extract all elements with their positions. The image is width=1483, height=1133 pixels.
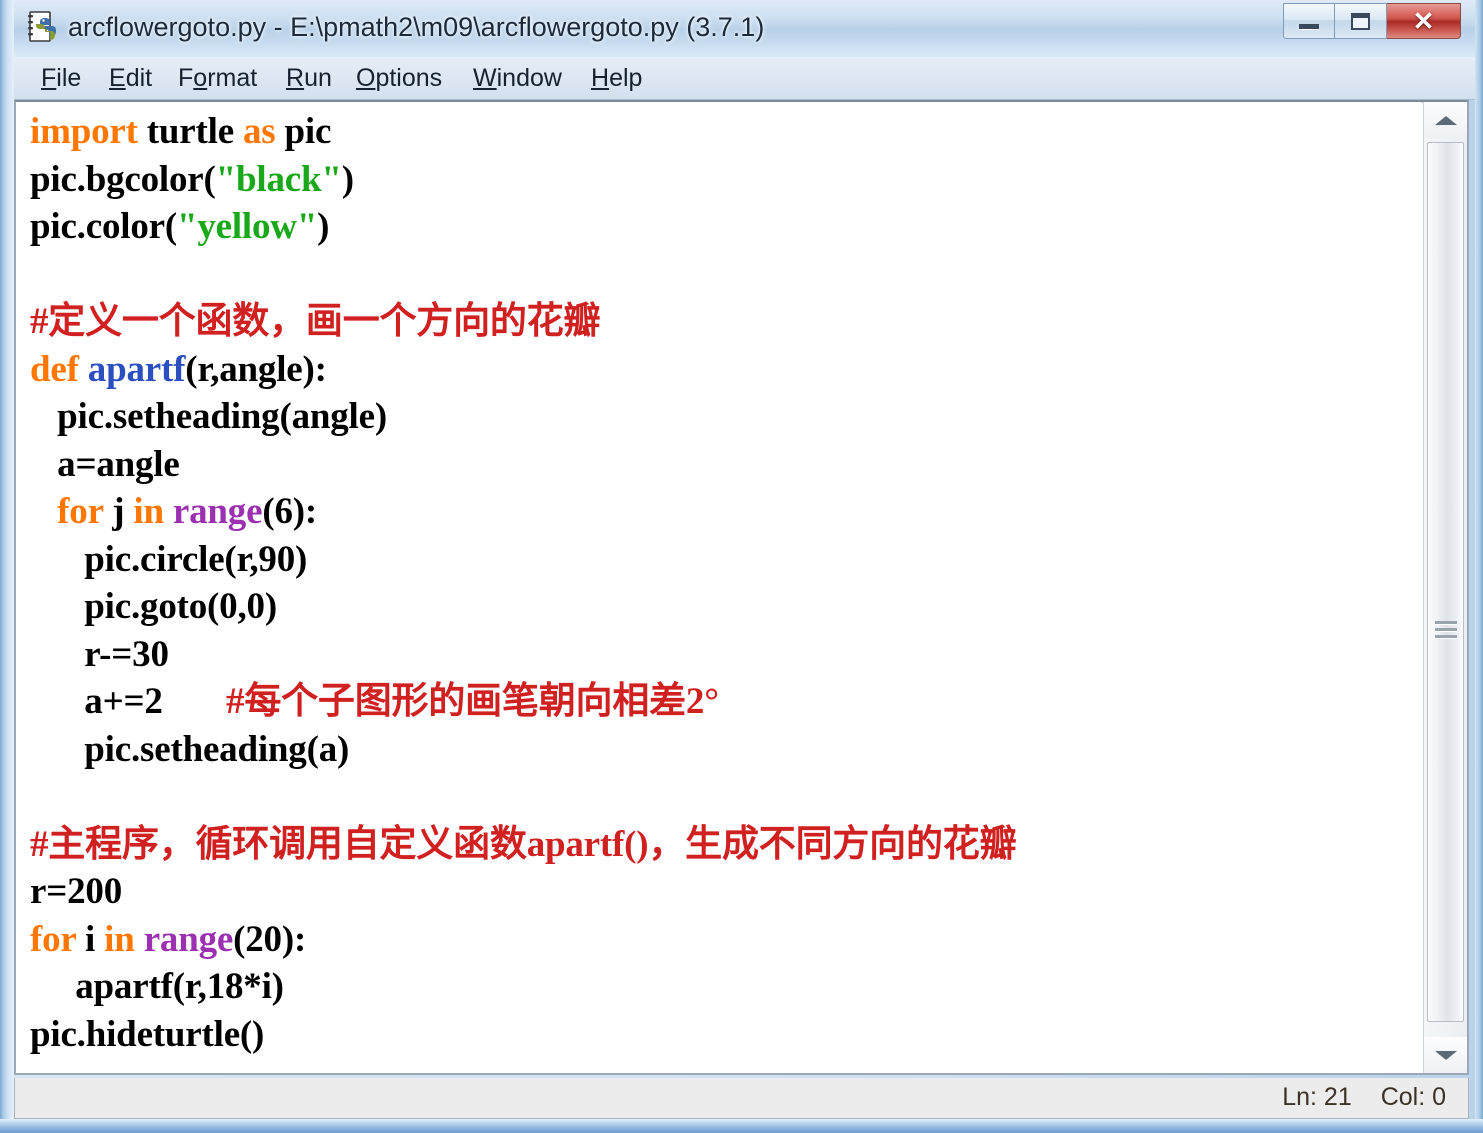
scroll-down-icon — [1434, 1050, 1457, 1060]
python-idle-icon — [26, 10, 60, 44]
code-token: j — [103, 491, 134, 532]
vertical-scrollbar[interactable] — [1423, 102, 1467, 1073]
code-line: pic.bgcolor("black") — [30, 156, 1421, 204]
code-token: range — [172, 491, 263, 532]
code-line: a+=2 #每个子图形的画笔朝向相差2° — [30, 678, 1421, 726]
code-token: pic.setheading(a) — [30, 728, 350, 770]
minimize-icon — [1299, 23, 1319, 29]
window-frame-right — [1475, 0, 1483, 1133]
menu-item-edit[interactable]: Edit — [100, 57, 161, 99]
maximize-icon — [1351, 12, 1370, 30]
scroll-thumb[interactable] — [1427, 142, 1464, 1022]
code-line: #定义一个函数，画一个方向的花瓣 — [30, 298, 1421, 346]
idle-editor-window: arcflowergoto.py - E:\pmath2\m09\arcflow… — [0, 0, 1483, 1133]
code-line: for j in range(6): — [30, 488, 1421, 536]
title-bar[interactable]: arcflowergoto.py - E:\pmath2\m09\arcflow… — [14, 0, 1475, 57]
status-position: Ln: 21 Col: 0 — [1260, 1078, 1446, 1117]
code-token: (20): — [233, 918, 307, 960]
code-token: apartf(r,18*i) — [30, 966, 284, 1007]
status-bar: Ln: 21 Col: 0 — [14, 1078, 1469, 1119]
menu-item-options[interactable]: Options — [347, 57, 451, 99]
window-title: arcflowergoto.py - E:\pmath2\m09\arcflow… — [68, 12, 765, 42]
code-token: (r,angle): — [185, 348, 327, 390]
code-line: pic.setheading(a) — [30, 726, 1421, 774]
close-icon: ✕ — [1412, 6, 1435, 36]
menu-bar: File Edit Format Run Options Window Help — [14, 57, 1475, 100]
editor-area: import turtle as pic pic.bgcolor("black")… — [14, 100, 1469, 1075]
code-token: "black" — [215, 158, 342, 200]
code-line: def apartf(r,angle): — [30, 346, 1421, 394]
code-token: i — [75, 918, 105, 960]
code-line: a=angle — [30, 441, 1421, 489]
code-line: import turtle as pic — [30, 108, 1421, 156]
code-token: pic.goto(0,0) — [30, 586, 277, 627]
code-token: (6): — [262, 491, 318, 532]
code-line: pic.circle(r,90) — [30, 536, 1421, 584]
window-frame-bottom — [0, 1119, 1483, 1133]
menu-item-help[interactable]: Help — [582, 57, 651, 99]
code-token: pic.hideturtle() — [30, 1013, 265, 1055]
code-line: #主程序，循环调用自定义函数apartf()，生成不同方向的花瓣 — [30, 821, 1421, 869]
scroll-grip-icon — [1434, 621, 1457, 639]
code-token: range — [143, 918, 234, 960]
status-line-number: Ln: 21 — [1282, 1083, 1352, 1111]
code-line: pic.color("yellow") — [30, 203, 1421, 251]
code-line: apartf(r,18*i) — [30, 963, 1421, 1011]
scroll-down-button[interactable] — [1424, 1037, 1467, 1073]
code-token: apartf — [87, 348, 186, 390]
code-line: pic.setheading(angle) — [30, 393, 1421, 441]
code-token: ) — [341, 158, 354, 200]
code-token: pic.bgcolor( — [30, 158, 216, 200]
code-token: turtle — [137, 111, 243, 152]
menu-item-file[interactable]: File — [32, 57, 90, 99]
code-line: for i in range(20): — [30, 916, 1421, 964]
code-token: #主程序，循环调用自定义函数apartf()，生成不同方向的花瓣 — [30, 823, 1017, 865]
code-token: a+=2 — [30, 681, 227, 722]
code-token: a=angle — [30, 443, 180, 485]
code-token: pic.circle(r,90) — [30, 538, 308, 580]
menu-item-run[interactable]: Run — [277, 57, 341, 99]
code-token: for — [30, 918, 76, 960]
code-token: pic.setheading(angle) — [30, 396, 387, 437]
code-text-area[interactable]: import turtle as pic pic.bgcolor("black")… — [16, 102, 1421, 1073]
code-token: as — [242, 111, 276, 152]
code-token: in — [104, 918, 135, 960]
code-line: pic.goto(0,0) — [30, 583, 1421, 631]
code-token: #定义一个函数，画一个方向的花瓣 — [30, 301, 601, 342]
code-line: r=200 — [30, 868, 1421, 916]
status-column-number: Col: 0 — [1380, 1083, 1446, 1111]
code-line: pic.hideturtle() — [30, 1011, 1421, 1059]
code-token: #每个子图形的画笔朝向相差2° — [226, 681, 719, 722]
scroll-up-button[interactable] — [1424, 102, 1467, 138]
code-token: in — [133, 491, 164, 532]
menu-item-format[interactable]: Format — [169, 57, 266, 99]
minimize-button[interactable] — [1283, 3, 1335, 39]
code-token: import — [30, 111, 138, 152]
code-token: for — [57, 491, 104, 532]
code-token: def — [30, 348, 79, 390]
code-token: pic.color( — [30, 206, 177, 247]
code-token: ) — [317, 206, 330, 247]
code-token: "yellow" — [176, 206, 318, 247]
scroll-up-icon — [1434, 115, 1457, 125]
menu-item-window[interactable]: Window — [464, 57, 571, 99]
code-token: pic — [275, 111, 332, 152]
close-button[interactable]: ✕ — [1387, 3, 1461, 39]
code-line: r-=30 — [30, 631, 1421, 679]
maximize-button[interactable] — [1335, 3, 1387, 39]
window-frame-left — [0, 0, 14, 1133]
window-controls: ✕ — [1283, 3, 1461, 43]
code-token: r-=30 — [30, 633, 169, 675]
code-token: r=200 — [30, 871, 123, 912]
